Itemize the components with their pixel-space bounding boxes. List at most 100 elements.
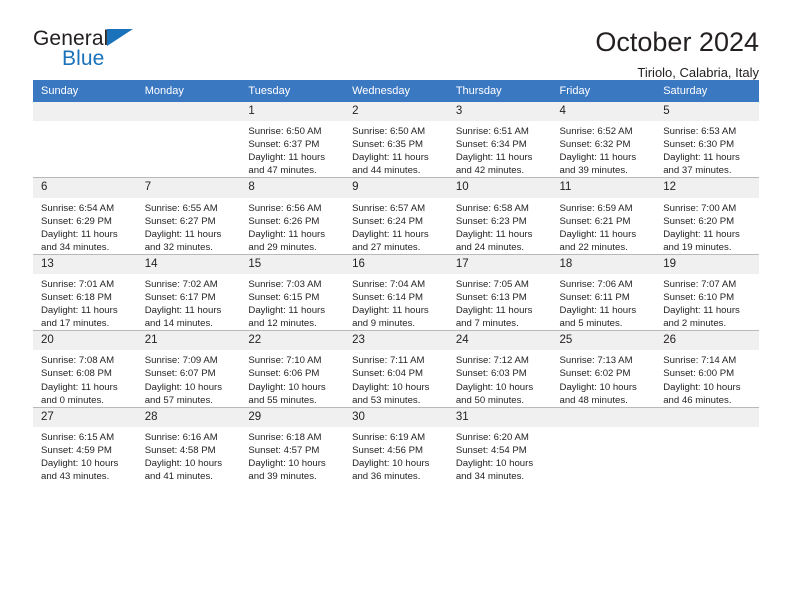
sunrise-text: Sunrise: 6:53 AM: [663, 126, 737, 138]
daylight-text-line1: Daylight: 11 hours: [41, 381, 118, 393]
daylight-text-line2: and 2 minutes.: [663, 318, 727, 330]
calendar-day-cell[interactable]: 18 Sunrise: 7:06 AM Sunset: 6:11 PM Dayligh…: [551, 253, 656, 331]
calendar-day-cell[interactable]: 29 Sunrise: 6:18 AM Sunset: 4:57 PM Dayligh…: [240, 406, 345, 484]
calendar-day-cell[interactable]: 8 Sunrise: 6:56 AM Sunset: 6:26 PM Daylight…: [240, 177, 345, 255]
weekday-header-saturday: Saturday: [655, 80, 759, 102]
calendar-day-cell[interactable]: 13 Sunrise: 7:01 AM Sunset: 6:18 PM Dayligh…: [33, 253, 137, 331]
sunset-text: Sunset: 4:56 PM: [352, 444, 424, 456]
daylight-text-line1: Daylight: 11 hours: [663, 152, 740, 164]
sunrise-text: Sunrise: 7:14 AM: [663, 355, 737, 367]
day-number: 29: [240, 407, 345, 427]
sunset-text: Sunset: 6:10 PM: [663, 292, 735, 304]
sunrise-text: Sunrise: 7:08 AM: [41, 355, 115, 367]
daylight-text-line1: Daylight: 10 hours: [248, 381, 326, 393]
daylight-text-line1: Daylight: 10 hours: [144, 458, 223, 469]
sunset-text: Sunset: 6:26 PM: [248, 215, 320, 227]
sunrise-text: Sunrise: 7:05 AM: [455, 278, 529, 290]
calendar-day-cell[interactable]: 30 Sunrise: 6:19 AM Sunset: 4:56 PM Dayligh…: [344, 406, 448, 484]
title-block: October 2024 Tiriolo, Calabria, Italy: [595, 28, 759, 81]
calendar-day-cell[interactable]: 16 Sunrise: 7:04 AM Sunset: 6:14 PM Dayligh…: [344, 253, 448, 331]
sunset-text: Sunset: 6:37 PM: [248, 139, 320, 151]
daylight-text-line2: and 57 minutes.: [144, 394, 213, 406]
calendar-day-cell[interactable]: 25 Sunrise: 7:13 AM Sunset: 6:02 PM Dayligh…: [551, 330, 656, 408]
calendar-day-cell[interactable]: 28 Sunrise: 6:16 AM Sunset: 4:58 PM Dayligh…: [136, 406, 241, 484]
day-number: 24: [447, 331, 552, 351]
calendar-day-cell[interactable]: 3 Sunrise: 6:51 AM Sunset: 6:34 PM Daylight…: [447, 102, 552, 178]
daylight-text-line1: Daylight: 10 hours: [41, 458, 119, 469]
daylight-text-line1: Daylight: 11 hours: [455, 228, 533, 240]
daylight-text-line1: Daylight: 10 hours: [352, 458, 430, 469]
calendar-day-cell[interactable]: 27 Sunrise: 6:15 AM Sunset: 4:59 PM Dayligh…: [33, 406, 137, 484]
day-number: [655, 407, 759, 427]
calendar-day-cell[interactable]: 26 Sunrise: 7:14 AM Sunset: 6:00 PM Dayligh…: [655, 330, 759, 408]
day-number: 19: [655, 254, 759, 274]
sunset-text: Sunset: 6:34 PM: [455, 139, 527, 151]
day-details: Sunrise: 7:13 AM Sunset: 6:02 PM Daylight:…: [552, 350, 656, 406]
day-details: Sunrise: 6:50 AM Sunset: 6:37 PM Daylight:…: [240, 121, 344, 177]
sunrise-text: Sunrise: 6:57 AM: [352, 202, 426, 214]
calendar-empty-cell: [33, 102, 137, 178]
sunrise-text: Sunrise: 6:59 AM: [559, 202, 633, 214]
brand-logo[interactable]: General Blue: [33, 28, 153, 74]
day-details: Sunrise: 6:20 AM Sunset: 4:54 PM Daylight:…: [448, 427, 552, 483]
sunset-text: Sunset: 6:03 PM: [455, 368, 527, 380]
calendar-day-cell[interactable]: 23 Sunrise: 7:11 AM Sunset: 6:04 PM Dayligh…: [344, 330, 448, 408]
calendar-week-row: 1 Sunrise: 6:50 AM Sunset: 6:37 PM Daylight…: [33, 102, 759, 178]
calendar-day-cell[interactable]: 20 Sunrise: 7:08 AM Sunset: 6:08 PM Dayligh…: [33, 330, 137, 408]
location-subtitle: Tiriolo, Calabria, Italy: [637, 65, 759, 81]
calendar-day-cell[interactable]: 15 Sunrise: 7:03 AM Sunset: 6:15 PM Dayligh…: [240, 253, 345, 331]
day-details: Sunrise: 6:55 AM Sunset: 6:27 PM Daylight:…: [137, 198, 241, 254]
sunrise-text: Sunrise: 7:02 AM: [144, 278, 218, 290]
daylight-text-line2: and 34 minutes.: [41, 241, 110, 253]
daylight-text-line2: and 32 minutes.: [144, 241, 213, 253]
sunrise-text: Sunrise: 7:10 AM: [248, 355, 322, 367]
sunset-text: Sunset: 6:04 PM: [352, 368, 424, 380]
calendar-day-cell[interactable]: 7 Sunrise: 6:55 AM Sunset: 6:27 PM Daylight…: [136, 177, 241, 255]
brand-name-blue: Blue: [62, 47, 105, 70]
sunrise-text: Sunrise: 6:15 AM: [41, 431, 115, 443]
day-number: 16: [344, 254, 448, 274]
calendar-empty-cell: [655, 406, 759, 484]
day-number: 3: [447, 102, 552, 122]
sunset-text: Sunset: 4:59 PM: [41, 444, 112, 456]
calendar-day-cell[interactable]: 31 Sunrise: 6:20 AM Sunset: 4:54 PM Dayligh…: [447, 406, 552, 484]
sunrise-text: Sunrise: 7:07 AM: [663, 278, 737, 290]
calendar-day-cell[interactable]: 10 Sunrise: 6:58 AM Sunset: 6:23 PM Dayligh…: [447, 177, 552, 255]
day-details: Sunrise: 6:51 AM Sunset: 6:34 PM Daylight:…: [448, 121, 552, 177]
day-number: 14: [136, 254, 241, 274]
daylight-text-line1: Daylight: 11 hours: [559, 152, 637, 164]
day-number: 20: [33, 331, 137, 351]
day-number: 17: [447, 254, 552, 274]
calendar-body: 1 Sunrise: 6:50 AM Sunset: 6:37 PM Daylight…: [33, 102, 759, 484]
day-number: [33, 102, 137, 121]
sunrise-text: Sunrise: 7:13 AM: [559, 355, 633, 367]
calendar-day-cell[interactable]: 11 Sunrise: 6:59 AM Sunset: 6:21 PM Dayligh…: [551, 177, 656, 255]
day-number: 13: [33, 254, 137, 274]
calendar-week-row: 20 Sunrise: 7:08 AM Sunset: 6:08 PM Dayligh…: [33, 330, 759, 408]
day-details: Sunrise: 6:53 AM Sunset: 6:30 PM Daylight:…: [655, 121, 759, 177]
calendar-day-cell[interactable]: 14 Sunrise: 7:02 AM Sunset: 6:17 PM Dayligh…: [136, 253, 241, 331]
calendar-day-cell[interactable]: 2 Sunrise: 6:50 AM Sunset: 6:35 PM Daylight…: [344, 102, 448, 178]
calendar-day-cell[interactable]: 24 Sunrise: 7:12 AM Sunset: 6:03 PM Dayligh…: [447, 330, 552, 408]
calendar-day-cell[interactable]: 19 Sunrise: 7:07 AM Sunset: 6:10 PM Dayligh…: [655, 253, 759, 331]
calendar-day-cell[interactable]: 12 Sunrise: 7:00 AM Sunset: 6:20 PM Dayligh…: [655, 177, 759, 255]
calendar-day-cell[interactable]: 9 Sunrise: 6:57 AM Sunset: 6:24 PM Daylight…: [344, 177, 448, 255]
sunrise-text: Sunrise: 7:00 AM: [663, 202, 737, 214]
calendar-day-cell[interactable]: 5 Sunrise: 6:53 AM Sunset: 6:30 PM Daylight…: [655, 102, 759, 178]
day-details: Sunrise: 6:50 AM Sunset: 6:35 PM Daylight:…: [344, 121, 448, 177]
calendar-week-row: 27 Sunrise: 6:15 AM Sunset: 4:59 PM Dayligh…: [33, 406, 759, 484]
sunset-text: Sunset: 6:11 PM: [559, 292, 630, 304]
sunset-text: Sunset: 6:00 PM: [663, 368, 735, 380]
calendar-day-cell[interactable]: 21 Sunrise: 7:09 AM Sunset: 6:07 PM Dayligh…: [136, 330, 241, 408]
day-number: 2: [344, 102, 448, 122]
day-details: Sunrise: 7:08 AM Sunset: 6:08 PM Daylight:…: [33, 350, 137, 406]
daylight-text-line2: and 47 minutes.: [248, 165, 317, 177]
calendar-day-cell[interactable]: 6 Sunrise: 6:54 AM Sunset: 6:29 PM Daylight…: [33, 177, 137, 255]
calendar-day-cell[interactable]: 4 Sunrise: 6:52 AM Sunset: 6:32 PM Daylight…: [551, 102, 656, 178]
calendar-day-cell[interactable]: 22 Sunrise: 7:10 AM Sunset: 6:06 PM Dayligh…: [240, 330, 345, 408]
daylight-text-line1: Daylight: 11 hours: [559, 305, 637, 317]
daylight-text-line2: and 12 minutes.: [248, 318, 317, 330]
sunrise-text: Sunrise: 7:01 AM: [41, 278, 115, 290]
calendar-day-cell[interactable]: 17 Sunrise: 7:05 AM Sunset: 6:13 PM Dayligh…: [447, 253, 552, 331]
calendar-day-cell[interactable]: 1 Sunrise: 6:50 AM Sunset: 6:37 PM Daylight…: [240, 102, 345, 178]
